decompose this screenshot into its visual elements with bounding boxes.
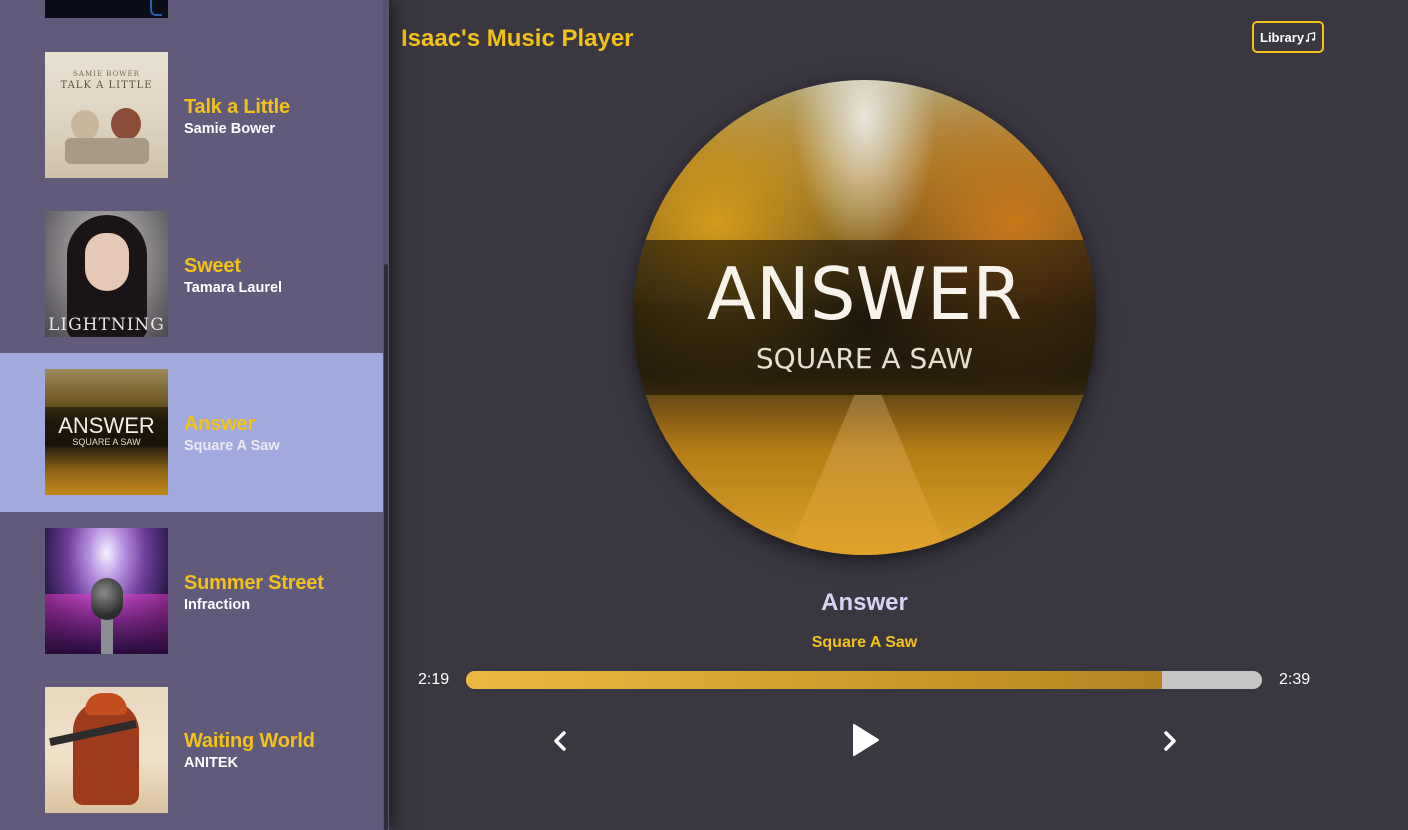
song-title: Waiting World: [184, 730, 315, 752]
song-info: Answer Square A Saw: [184, 413, 280, 454]
album-cover: ANSWER SQUARE A SAW: [633, 80, 1096, 555]
song-info: Summer Street Infraction: [184, 572, 324, 613]
song-item-waiting-world[interactable]: Waiting World ANITEK: [0, 671, 383, 830]
song-info: Sweet Tamara Laurel: [184, 255, 282, 296]
current-time: 2:19: [418, 671, 450, 688]
cover-text: TALK A LITTLE: [60, 80, 153, 91]
song-item-sweet[interactable]: LIGHTNING Sweet Tamara Laurel: [0, 194, 383, 353]
song-artist: Square A Saw: [184, 438, 280, 454]
library-button-label: Library: [1260, 29, 1305, 45]
progress-fill: [466, 671, 1162, 689]
song-title: Talk a Little: [184, 96, 290, 118]
cover-text: SQUARE A SAW: [72, 437, 141, 447]
song-artist: Infraction: [184, 597, 251, 613]
play-icon: [853, 724, 879, 756]
previous-button[interactable]: [545, 726, 575, 756]
play-button[interactable]: [845, 720, 885, 760]
song-artist: Tamara Laurel: [184, 280, 283, 296]
song-artist: Samie Bower: [184, 121, 276, 137]
chevron-left-icon: [554, 731, 566, 751]
song-cover: LIGHTNING: [45, 211, 168, 337]
cover-text: ANSWER: [58, 413, 155, 438]
chevron-right-icon: [1164, 731, 1176, 751]
song-info: Talk a Little Samie Bower: [184, 96, 290, 137]
song-artist: ANITEK: [184, 755, 238, 771]
progress-bar[interactable]: [466, 671, 1262, 689]
next-button[interactable]: [1155, 726, 1185, 756]
cover-text: SQUARE A SAW: [755, 342, 974, 375]
library-sidebar: SAMIE BOWER TALK A LITTLE Talk a Little …: [0, 0, 389, 830]
now-playing-title: Answer: [821, 589, 908, 616]
cover-text: ANSWER: [706, 252, 1023, 336]
now-playing-artist: Square A Saw: [811, 634, 918, 651]
song-cover: [45, 528, 168, 654]
song-title: Answer: [184, 413, 256, 435]
total-time: 2:39: [1279, 671, 1311, 688]
player-main: Isaac's Music Player Library ANSWER SQUA…: [389, 0, 1408, 830]
song-cover: ANSWER SQUARE A SAW: [45, 369, 168, 495]
cover-text: LIGHTNING: [48, 315, 165, 335]
app-title: Isaac's Music Player: [401, 25, 634, 52]
cover-text: SAMIE BOWER: [73, 70, 140, 78]
song-cover: SAMIE BOWER TALK A LITTLE: [45, 52, 168, 178]
song-cover: [45, 687, 168, 813]
song-item-talk-a-little[interactable]: SAMIE BOWER TALK A LITTLE Talk a Little …: [0, 35, 383, 194]
song-info: Waiting World ANITEK: [184, 730, 315, 771]
library-button[interactable]: Library: [1252, 21, 1324, 53]
sidebar-scrollbar-thumb[interactable]: [384, 264, 388, 830]
song-title: Summer Street: [184, 572, 324, 594]
music-note-icon: [1305, 31, 1316, 42]
song-cover-partial[interactable]: [45, 0, 168, 18]
song-item-summer-street[interactable]: Summer Street Infraction: [0, 512, 383, 671]
song-title: Sweet: [184, 255, 241, 277]
song-item-answer[interactable]: ANSWER SQUARE A SAW Answer Square A Saw: [0, 353, 383, 512]
